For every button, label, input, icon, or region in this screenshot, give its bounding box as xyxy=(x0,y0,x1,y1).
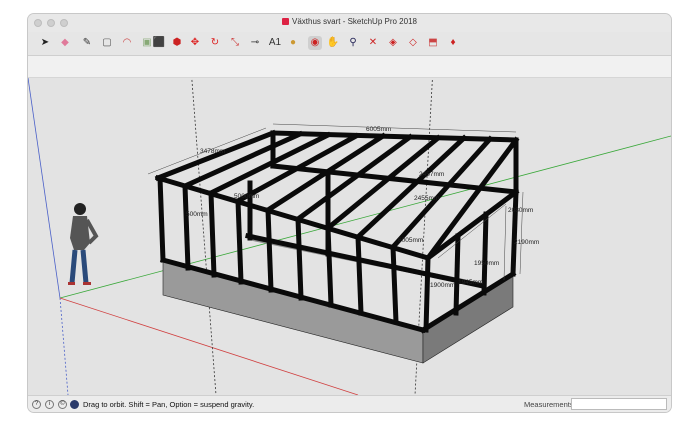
dim-height-c: 2080mm xyxy=(508,207,533,214)
scale-tool-icon[interactable]: ⤡ xyxy=(228,36,242,50)
paint-bucket-tool-icon[interactable]: ● xyxy=(286,36,300,50)
ruby-tool-icon[interactable]: ♦ xyxy=(446,36,460,50)
move-tool-icon[interactable]: ✥ xyxy=(188,36,202,50)
info-icon[interactable]: ? xyxy=(32,400,41,409)
dim-height-b: 2455mm xyxy=(414,195,439,202)
rectangle-tool-icon[interactable]: ▢ xyxy=(100,36,114,50)
measurements-label: Measurements xyxy=(524,400,574,409)
warehouse-tool-icon[interactable]: ◈ xyxy=(386,36,400,50)
green-axis xyxy=(59,135,671,299)
model-viewport[interactable]: 6005mm 3478mm 2457mm 2455mm 2080mm 2190m… xyxy=(28,78,671,395)
pencil-tool-icon[interactable]: ✎ xyxy=(80,36,94,50)
measurements-input[interactable] xyxy=(571,398,667,410)
text-tool-icon[interactable]: A1 xyxy=(268,36,282,50)
dim-left-partial: 5000mm xyxy=(234,193,259,200)
person-figure xyxy=(68,203,99,285)
model-canvas[interactable]: 6005mm 3478mm 2457mm 2455mm 2080mm 2190m… xyxy=(28,78,671,395)
dim-height-a: 2457mm xyxy=(419,171,444,178)
share-model-tool-icon[interactable]: ◇ xyxy=(406,36,420,50)
blue-axis xyxy=(28,78,61,299)
pan-tool-icon[interactable]: ✋ xyxy=(326,36,340,50)
select-tool-icon[interactable]: ➤ xyxy=(38,36,52,50)
document-icon xyxy=(282,18,290,25)
dim-height-d: 2190mm xyxy=(514,239,539,246)
eraser-tool-icon[interactable]: ◆ xyxy=(58,36,72,50)
window-title-text: Växthus svart - SketchUp Pro 2018 xyxy=(292,17,417,26)
extension-warehouse-tool-icon[interactable]: ⬒ xyxy=(426,36,440,50)
orbit-tool-icon[interactable]: ◉ xyxy=(308,36,322,50)
dim-right-c: 1945mm xyxy=(458,279,483,286)
push-pull-tool-icon[interactable]: ⬛ xyxy=(152,36,166,50)
tape-measure-tool-icon[interactable]: ⊸ xyxy=(248,36,262,50)
dim-left-height: 500mm xyxy=(186,211,208,218)
main-toolbar: ➤ ◆ ✎ ▢ ◠ ▣ ⬛ ⬢ ✥ ↻ ⤡ ⊸ A1 ● ◉ ✋ ⚲ ✕ ◈ ◇ ⬒ ♦ xyxy=(28,32,671,56)
title-bar: Växthus svart - SketchUp Pro 2018 xyxy=(28,14,671,32)
dim-inner-length: 6005mm xyxy=(398,237,423,244)
status-hint: Drag to orbit. Shift = Pan, Option = sus… xyxy=(83,400,255,409)
dim-right-b: 1900mm xyxy=(430,282,455,289)
geolocation-icon[interactable]: i xyxy=(45,400,54,409)
sketchup-window: Växthus svart - SketchUp Pro 2018 ➤ ◆ ✎ ▢ ◠ ▣… xyxy=(28,14,671,412)
zoom-extents-tool-icon[interactable]: ✕ xyxy=(366,36,380,50)
credits-icon[interactable]: © xyxy=(58,400,67,409)
foundation-front xyxy=(162,259,424,364)
zoom-tool-icon[interactable]: ⚲ xyxy=(346,36,360,50)
follow-me-tool-icon[interactable]: ⬢ xyxy=(170,36,184,50)
dim-right-a: 1950mm xyxy=(474,260,499,267)
secondary-toolbar-area xyxy=(28,56,671,78)
status-bar: ? i © Drag to orbit. Shift = Pan, Option… xyxy=(28,395,671,412)
blue-axis-negative xyxy=(59,297,69,395)
rotate-tool-icon[interactable]: ↻ xyxy=(208,36,222,50)
arc-tool-icon[interactable]: ◠ xyxy=(120,36,134,50)
window-title: Växthus svart - SketchUp Pro 2018 xyxy=(28,17,671,26)
orbit-status-icon xyxy=(70,400,79,409)
